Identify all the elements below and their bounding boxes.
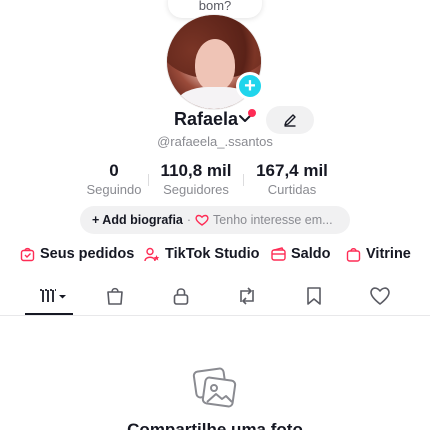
stat-label: Seguindo [86, 182, 142, 197]
shortcut-orders[interactable]: Seus pedidos [20, 246, 134, 262]
pencil-icon [284, 114, 296, 127]
repost-icon [240, 287, 254, 305]
orders-icon [20, 247, 35, 261]
stat-followers[interactable]: 110,8 mil Seguidores [149, 160, 243, 200]
tab-videos[interactable] [25, 282, 73, 310]
shortcut-label: TikTok Studio [165, 246, 260, 262]
shortcut-showcase[interactable]: Vitrine [346, 246, 411, 262]
add-story-plus-icon[interactable]: + [236, 72, 264, 100]
profile-name[interactable]: Rafaela [174, 109, 238, 130]
stat-likes[interactable]: 167,4 mil Curtidas [244, 160, 340, 200]
name-row: Rafaela [0, 106, 430, 134]
interest-text: Tenho interesse em... [213, 213, 333, 227]
tab-private[interactable] [157, 282, 205, 310]
content-tabs [0, 276, 430, 316]
lock-icon [173, 288, 189, 305]
empty-state-title: Compartilhe uma foto [127, 420, 303, 430]
tab-saved[interactable] [290, 282, 338, 310]
stat-value: 167,4 mil [256, 161, 328, 180]
bio-separator: · [186, 213, 192, 227]
heart-icon [370, 287, 390, 305]
wallet-icon [271, 247, 286, 261]
tab-shop[interactable] [91, 282, 139, 310]
shortcut-studio[interactable]: TikTok Studio [144, 246, 260, 262]
stat-following[interactable]: 0 Seguindo [80, 160, 148, 200]
active-tab-indicator [25, 313, 73, 315]
shop-bag-icon [107, 287, 123, 305]
shortcut-balance[interactable]: Saldo [271, 246, 330, 262]
photos-icon [192, 367, 237, 408]
edit-profile-button[interactable] [266, 106, 314, 134]
shortcuts-row: Seus pedidos TikTok Studio Saldo Vitrine [0, 244, 430, 266]
tooltip-text: bom? [198, 0, 232, 13]
profile-handle: @rafaeela_.ssantos [157, 134, 273, 149]
stat-label: Seguidores [163, 182, 229, 197]
shortcut-label: Saldo [291, 246, 331, 262]
add-bio-button[interactable]: + Add biografia · Tenho interesse em... [80, 206, 350, 234]
tab-reposts[interactable] [223, 282, 271, 310]
shortcut-label: Seus pedidos [40, 246, 135, 262]
tab-liked[interactable] [356, 282, 404, 310]
add-bio-label: + Add biografia [92, 213, 183, 227]
avatar[interactable]: + [166, 14, 264, 112]
stat-value: 0 [109, 161, 119, 180]
videos-grid-icon [40, 289, 66, 302]
stats-row: 0 Seguindo 110,8 mil Seguidores 167,4 mi… [80, 160, 360, 200]
shortcut-label: Vitrine [366, 246, 411, 262]
bookmark-icon [307, 287, 321, 305]
stat-value: 110,8 mil [160, 161, 232, 180]
heart-outline-icon [195, 214, 209, 226]
showcase-icon [346, 247, 361, 262]
stat-label: Curtidas [267, 182, 317, 197]
studio-icon [144, 247, 160, 261]
notification-dot [248, 109, 256, 117]
